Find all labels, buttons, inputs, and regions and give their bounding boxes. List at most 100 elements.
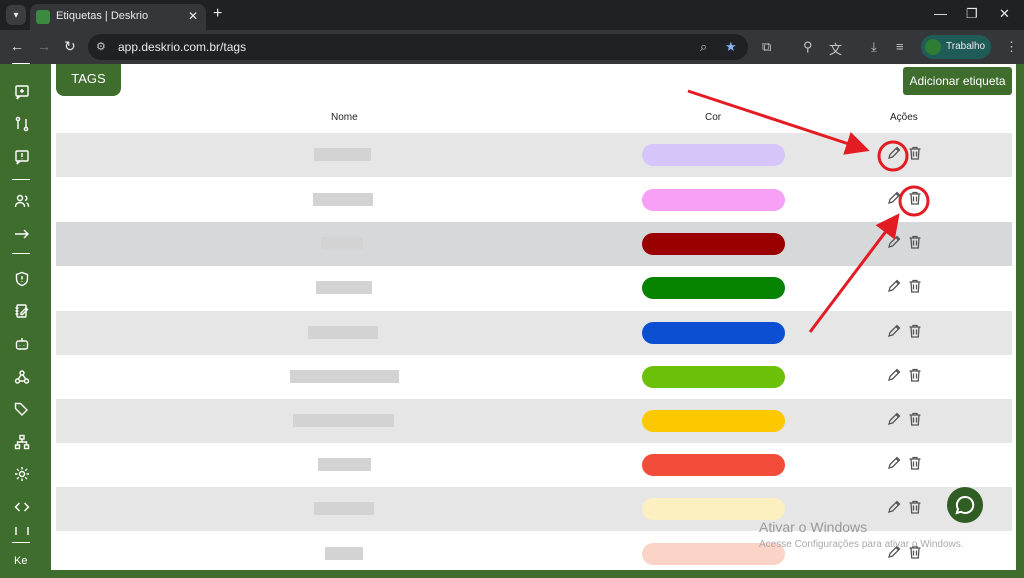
chat-alert-icon[interactable] [13,148,31,166]
tag-color-swatch [642,144,785,166]
sidebar-divider [12,179,30,180]
webhook-icon[interactable] [13,368,31,386]
chat-bubble-button[interactable] [947,487,983,523]
browser-menu-icon[interactable]: ⋮ [1005,39,1018,55]
scrollbar[interactable] [1016,64,1024,578]
tag-color-swatch [642,322,785,344]
url-text: app.deskrio.com.br/tags [118,40,247,54]
api-icon[interactable] [13,527,31,535]
tags-page: TAGS Adicionar etiqueta Nome Cor Ações [51,64,1024,578]
tag-color-swatch [642,454,785,476]
extensions-icon[interactable]: ⧉ [762,39,771,55]
close-tab-icon[interactable]: ✕ [188,9,198,23]
delete-trash-icon[interactable] [907,190,923,206]
site-info-icon[interactable]: ⚙ [96,40,110,54]
browser-tab-bar: ▾ Etiquetas | Deskrio ✕ + — ❐ ✕ [0,0,1024,30]
avatar [925,39,941,55]
tag-name-redacted [321,237,363,250]
delete-trash-icon[interactable] [907,367,923,383]
table-row [56,443,1012,487]
delete-trash-icon[interactable] [907,145,923,161]
edit-pencil-icon[interactable] [886,278,902,294]
delete-trash-icon[interactable] [907,499,923,515]
table-row [56,355,1012,399]
browser-tab[interactable]: Etiquetas | Deskrio ✕ [30,4,206,30]
notebook-edit-icon[interactable] [13,302,31,320]
delete-trash-icon[interactable] [907,455,923,471]
favicon-icon [36,10,50,24]
windows-activation-subtitle: Acesse Configurações para ativar o Windo… [759,539,964,550]
tag-color-swatch [642,366,785,388]
sidebar-user-initials[interactable]: Ke [14,555,27,567]
close-window-icon[interactable]: ✕ [999,6,1010,22]
tag-name-redacted [318,458,371,471]
edit-pencil-icon[interactable] [886,455,902,471]
table-row [56,178,1012,222]
edit-pencil-icon[interactable] [886,190,902,206]
reading-list-icon[interactable]: ≡ [896,39,904,54]
minimize-icon[interactable]: — [934,6,947,21]
table-row [56,399,1012,443]
tag-name-redacted [293,414,394,427]
tag-name-redacted [314,148,371,161]
tag-color-swatch [642,233,785,255]
column-header-name: Nome [331,112,358,123]
edit-pencil-icon[interactable] [886,499,902,515]
windows-activation-title: Ativar o Windows [759,519,868,535]
back-icon[interactable]: ← [10,38,24,54]
edit-pencil-icon[interactable] [886,145,902,161]
table-row [56,222,1012,266]
edit-pencil-icon[interactable] [886,234,902,250]
column-header-actions: Ações [890,112,918,123]
table-row [56,487,1012,531]
table-row [56,266,1012,310]
zoom-icon[interactable]: ⌕ [700,39,707,55]
new-message-icon[interactable] [13,83,31,101]
sidebar: Ke [0,63,51,578]
translate-page-icon[interactable]: 文 [829,39,842,58]
column-header-color: Cor [705,112,722,123]
flow-icon[interactable] [13,115,31,133]
forward-icon[interactable]: → [37,38,51,54]
tag-name-redacted [314,502,374,515]
tab-title: Etiquetas | Deskrio [56,10,149,22]
download-icon[interactable]: ⤓ [871,39,877,55]
restore-icon[interactable]: ❐ [966,6,978,22]
tag-color-swatch [642,410,785,432]
shield-icon[interactable] [13,270,31,288]
delete-trash-icon[interactable] [907,323,923,339]
gear-icon[interactable] [13,465,31,483]
edit-pencil-icon[interactable] [886,367,902,383]
profile-name: Trabalho [946,41,986,52]
tag-color-swatch [642,189,785,211]
new-tab-icon[interactable]: + [213,5,222,23]
tag-name-redacted [313,193,373,206]
address-bar[interactable]: ⚙ app.deskrio.com.br/tags ⌕ ★ [88,34,748,60]
delete-trash-icon[interactable] [907,411,923,427]
reload-icon[interactable]: ↻ [64,38,76,54]
bottom-border [51,570,1016,578]
add-tag-button[interactable]: Adicionar etiqueta [903,67,1012,95]
code-icon[interactable] [13,498,31,516]
delete-trash-icon[interactable] [907,234,923,250]
profile-button[interactable]: Trabalho [921,35,991,59]
tag-name-redacted [325,547,363,560]
bookmark-star-icon[interactable]: ★ [725,39,737,55]
translate-icon[interactable]: ⚲ [803,39,813,55]
contacts-icon[interactable] [13,192,31,210]
sidebar-divider [12,253,30,254]
tag-color-swatch [642,277,785,299]
tag-name-redacted [316,281,372,294]
browser-toolbar: ← → ↻ ⚙ app.deskrio.com.br/tags ⌕ ★ ⧉ ⚲ … [0,30,1024,64]
sidebar-divider [12,63,30,64]
tab-search-icon[interactable]: ▾ [6,5,26,25]
edit-pencil-icon[interactable] [886,323,902,339]
delete-trash-icon[interactable] [907,278,923,294]
sitemap-icon[interactable] [13,433,31,451]
transfer-arrow-icon[interactable] [13,225,31,243]
chat-bubble-icon [955,495,975,515]
robot-icon[interactable] [13,335,31,353]
edit-pencil-icon[interactable] [886,411,902,427]
tags-header-tab[interactable]: TAGS [56,64,121,96]
tags-icon[interactable] [13,400,31,418]
